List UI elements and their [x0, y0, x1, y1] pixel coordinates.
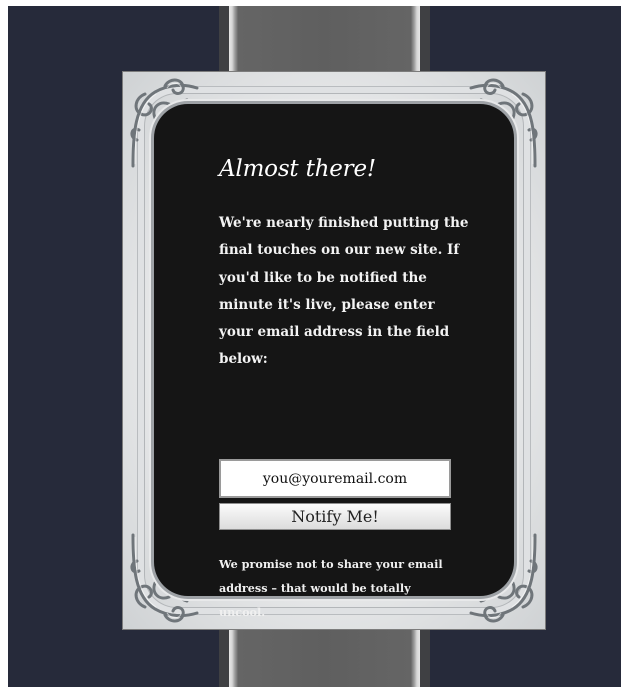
- notify-me-button[interactable]: Notify Me!: [219, 503, 451, 530]
- privacy-note-line: address – that would be totally: [219, 581, 411, 595]
- intro-line: your email address in the field: [219, 324, 450, 341]
- intro-line: you'd like to be notified the: [219, 269, 427, 286]
- intro-line: below:: [219, 351, 268, 368]
- page-background: Almost there! We're nearly finished putt…: [8, 6, 621, 687]
- email-field[interactable]: [219, 459, 451, 498]
- privacy-note-line: uncool.: [219, 605, 266, 619]
- intro-line: minute it's live, please enter: [219, 296, 435, 313]
- intro-line: We're nearly finished putting the: [219, 215, 469, 231]
- page-title: Almost there!: [219, 156, 376, 182]
- privacy-note-line: We promise not to share your email: [219, 557, 443, 571]
- intro-text: We're nearly finished putting the final …: [219, 210, 469, 374]
- intro-line: final touches on our new site. If: [219, 242, 460, 259]
- privacy-note: We promise not to share your email addre…: [219, 552, 459, 624]
- ornate-frame: Almost there! We're nearly finished putt…: [122, 71, 546, 630]
